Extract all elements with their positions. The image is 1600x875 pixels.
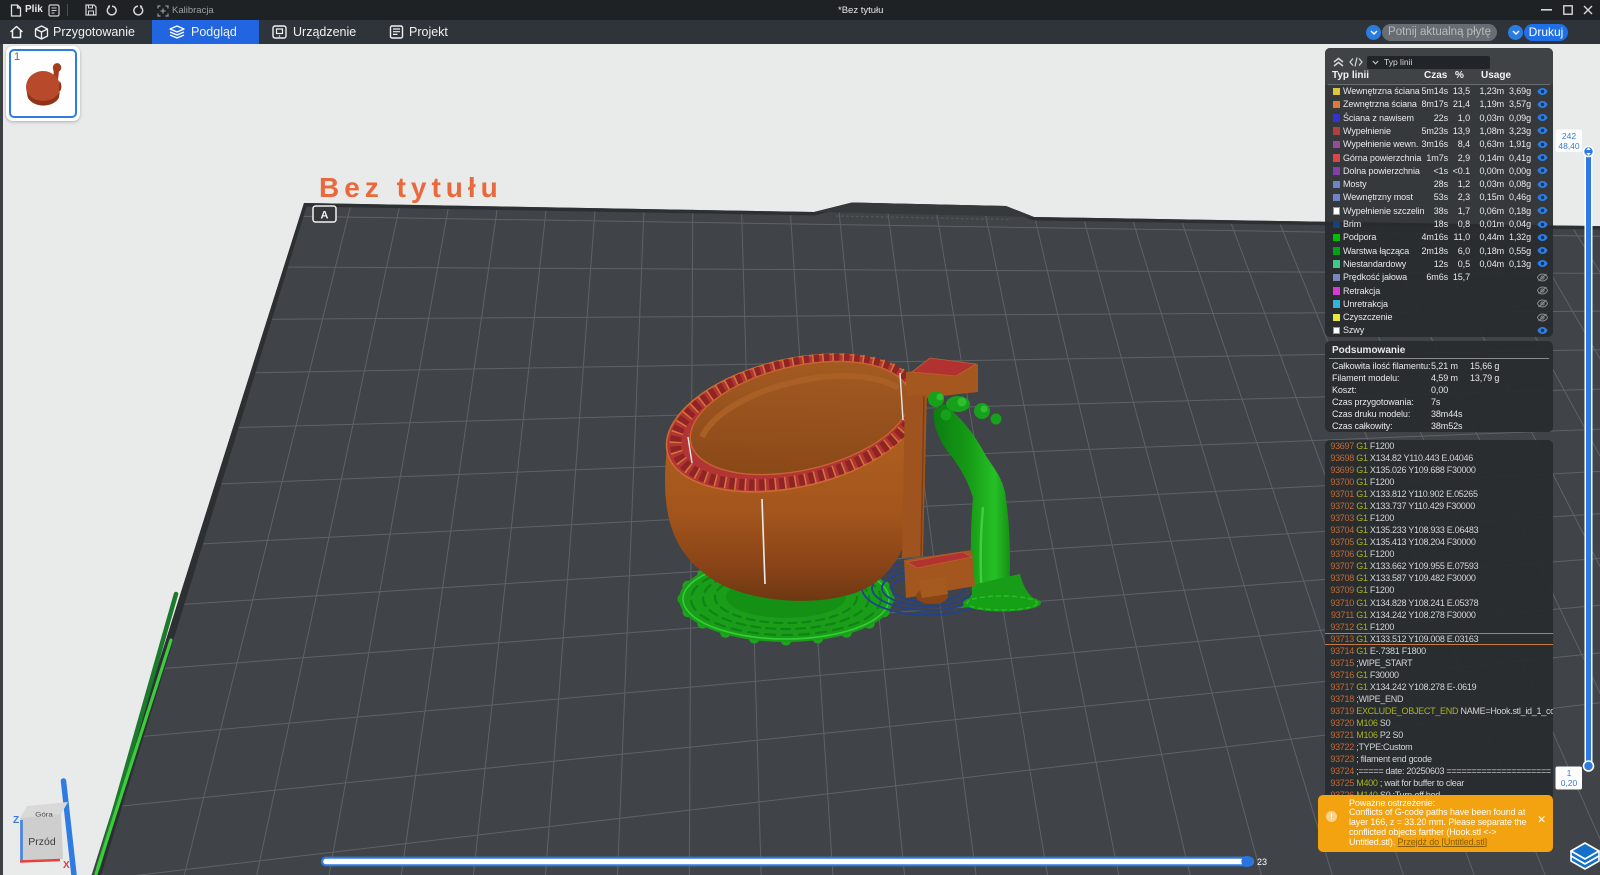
svg-text:Z: Z xyxy=(13,815,19,826)
svg-text:48,40: 48,40 xyxy=(1558,141,1580,151)
svg-text:X: X xyxy=(63,860,70,871)
svg-text:242: 242 xyxy=(1562,131,1576,141)
svg-text:1: 1 xyxy=(1567,768,1572,778)
svg-text:Przód: Przód xyxy=(28,836,56,848)
svg-text:Bez tytułu: Bez tytułu xyxy=(319,172,503,203)
svg-text:Góra: Góra xyxy=(35,811,53,818)
svg-text:23: 23 xyxy=(1257,857,1267,867)
svg-text:A: A xyxy=(321,210,329,222)
svg-text:0,20: 0,20 xyxy=(1561,778,1578,788)
